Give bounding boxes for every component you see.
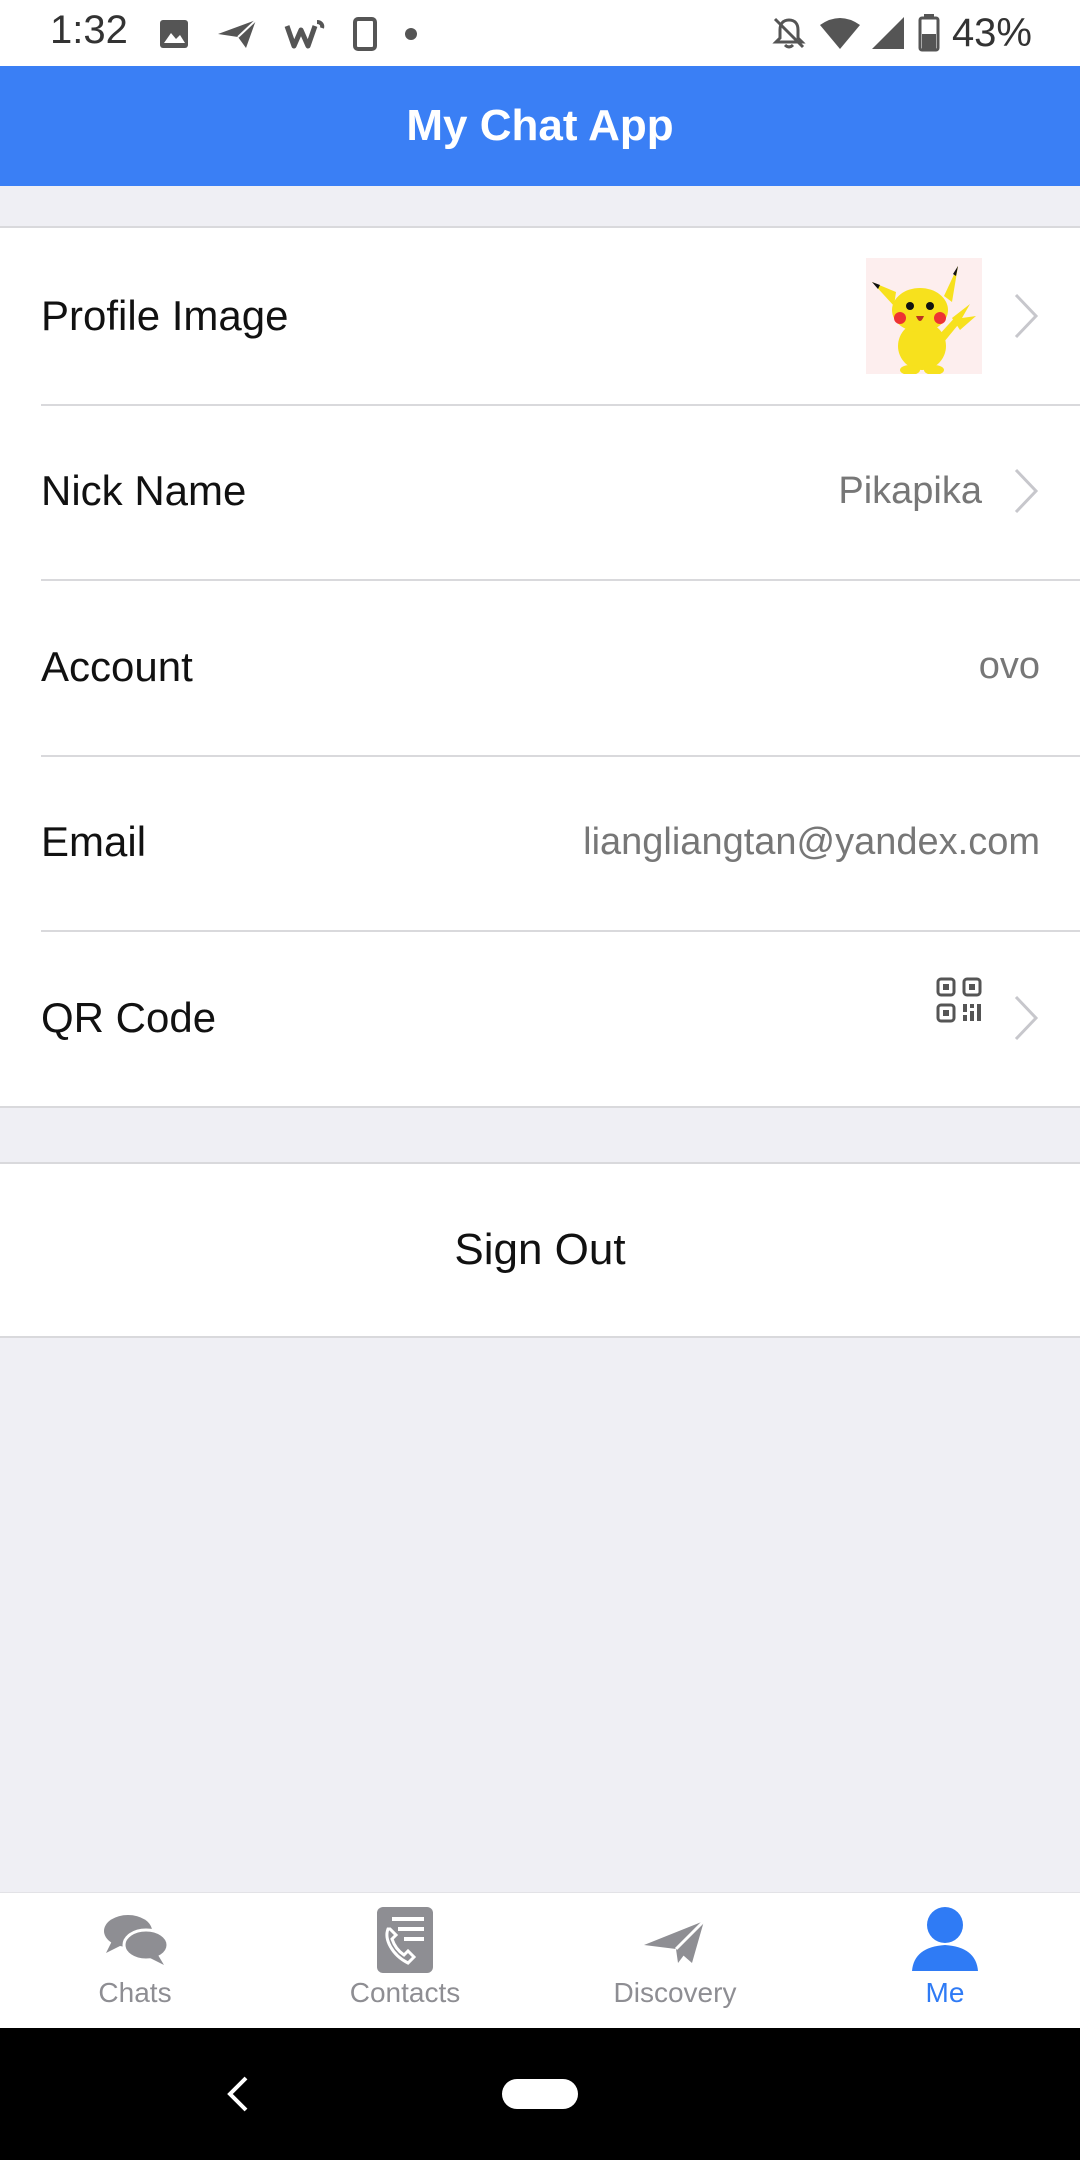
battery-percentage: 43%: [951, 10, 1032, 55]
status-notification-icons: [158, 10, 418, 58]
chevron-right-icon: [1014, 293, 1039, 338]
contacts-icon: [377, 1907, 433, 1973]
email-label: Email: [41, 818, 147, 866]
email-value: liangliangtan@yandex.com: [583, 820, 1040, 863]
system-navigation-bar: [0, 2028, 1080, 2160]
pikachu-avatar: [866, 257, 982, 374]
battery-icon: [918, 14, 940, 52]
home-button[interactable]: [502, 2079, 578, 2109]
email-row: Email liangliangtan@yandex.com: [0, 754, 1080, 931]
sign-out-label: Sign Out: [454, 1225, 626, 1274]
image-icon: [160, 20, 188, 48]
app-title: My Chat App: [406, 101, 674, 150]
profile-image-label: Profile Image: [41, 291, 289, 339]
chevron-right-icon: [1014, 469, 1039, 514]
qr-code-row[interactable]: QR Code: [0, 930, 1080, 1106]
tab-discovery-label: Discovery: [613, 1977, 737, 2008]
phone-outline-icon: [353, 17, 377, 51]
nick-name-row[interactable]: Nick Name Pikapika: [0, 403, 1080, 580]
send-icon: [218, 19, 257, 48]
dot-icon: [405, 28, 417, 40]
account-label: Account: [41, 642, 193, 690]
person-icon: [912, 1907, 978, 1971]
tab-contacts-label: Contacts: [349, 1977, 461, 2008]
tab-me-label: Me: [925, 1977, 965, 2008]
bell-off-icon: [772, 17, 806, 49]
chat-bubbles-icon: [104, 1915, 170, 1965]
chevron-right-icon: [1014, 995, 1039, 1040]
status-time: 1:32: [50, 8, 128, 52]
signal-icon: [871, 17, 904, 49]
tab-chats-label: Chats: [98, 1977, 172, 2008]
profile-settings-list: Profile Image Nick Name Pikapika Account…: [0, 226, 1080, 1108]
tab-discovery[interactable]: Discovery: [540, 1893, 810, 2028]
qr-code-label: QR Code: [41, 993, 217, 1041]
account-value: ovo: [978, 645, 1040, 688]
w-app-icon: [284, 20, 325, 49]
qr-code-icon: [936, 977, 982, 1023]
tab-contacts[interactable]: Contacts: [270, 1893, 540, 2028]
account-row: Account ovo: [0, 579, 1080, 755]
status-system-icons: 43%: [770, 8, 1032, 58]
bottom-tab-bar: Chats Contacts Discovery Me: [0, 1892, 1080, 2028]
wifi-icon: [819, 18, 860, 49]
nick-name-value: Pikapika: [838, 469, 982, 512]
status-bar: 1:32 43%: [0, 0, 1080, 66]
paper-plane-icon: [644, 1919, 706, 1963]
profile-image-row[interactable]: Profile Image: [0, 228, 1080, 404]
sign-out-button[interactable]: Sign Out: [0, 1162, 1080, 1338]
app-header: My Chat App: [0, 66, 1080, 186]
nick-name-label: Nick Name: [41, 467, 247, 515]
tab-me[interactable]: Me: [810, 1893, 1080, 2028]
tab-chats[interactable]: Chats: [0, 1893, 270, 2028]
back-icon[interactable]: [224, 2074, 252, 2114]
